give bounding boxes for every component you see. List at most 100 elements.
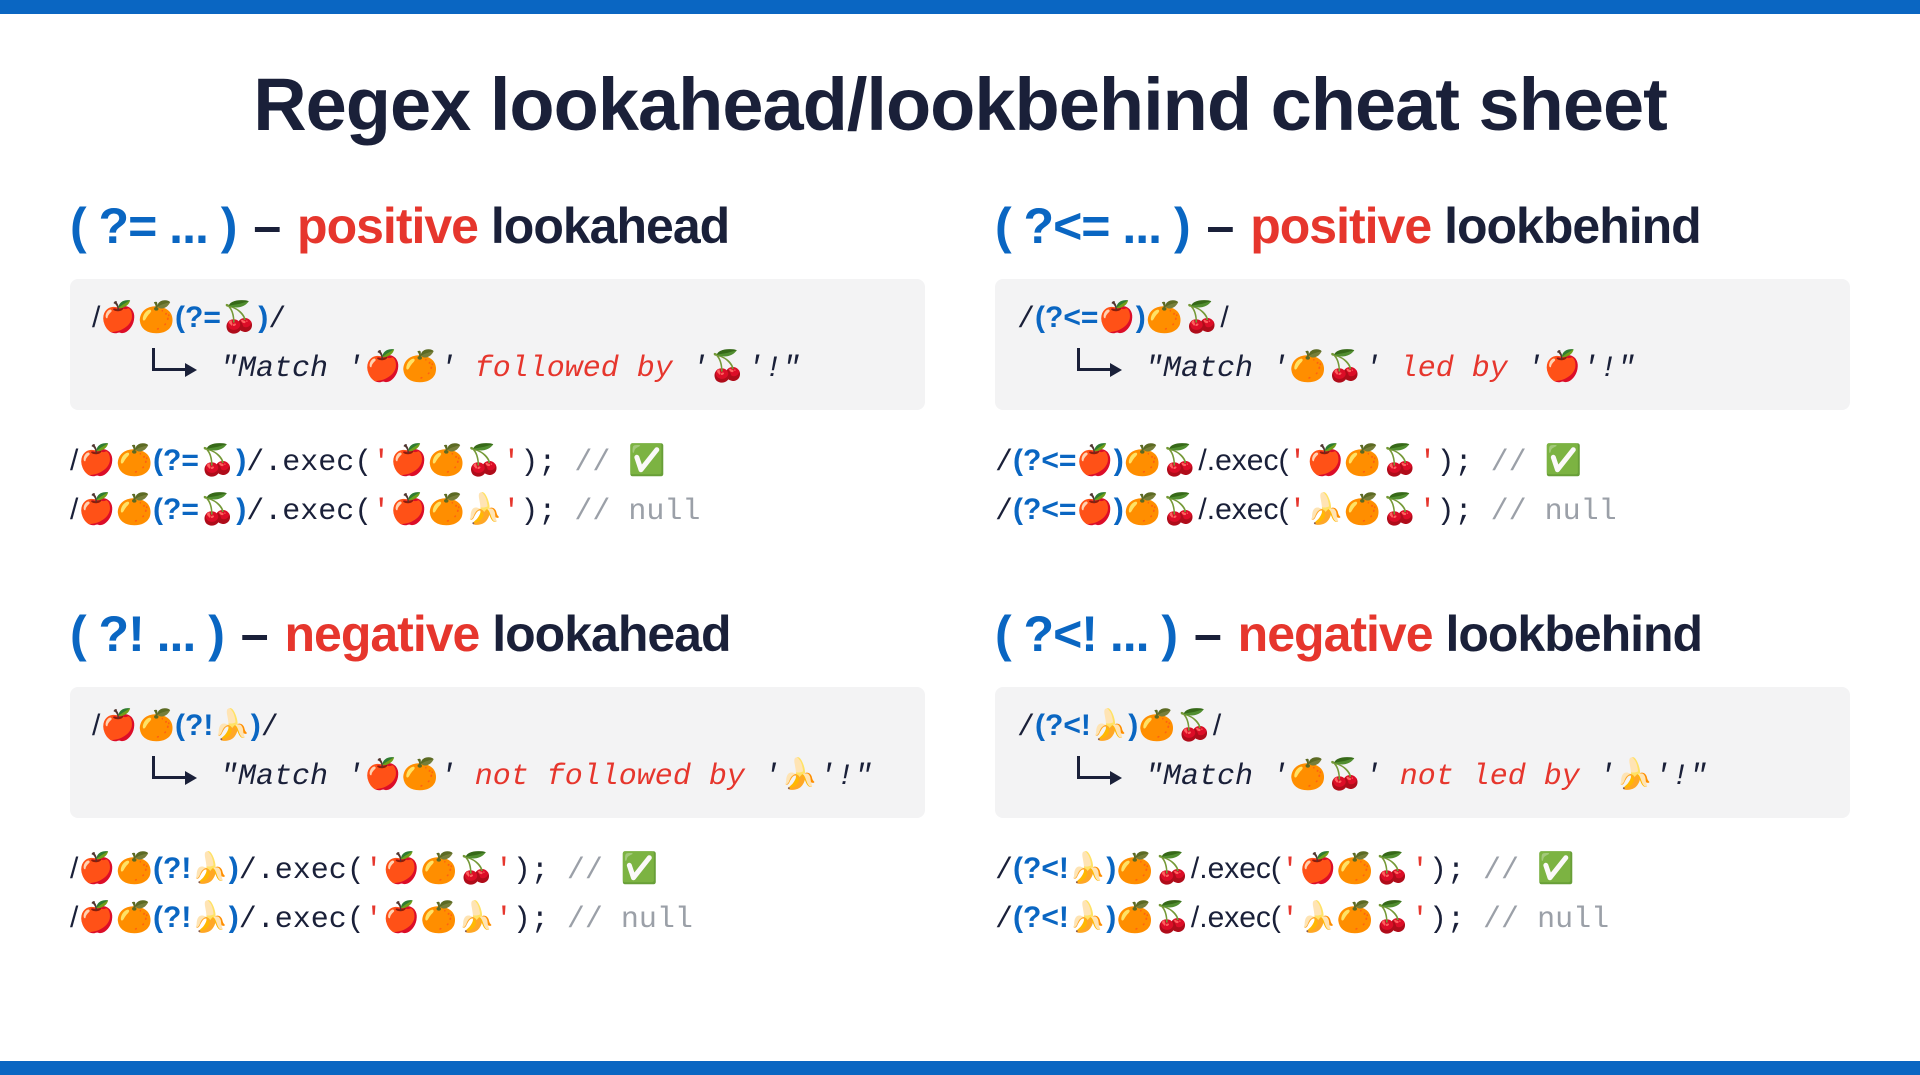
q2: ' <box>1411 903 1429 937</box>
exec-arg: 🍌🍊🍒 <box>1306 492 1418 527</box>
desc-condition: led by <box>1400 352 1508 386</box>
pattern-suffix: 🍊🍒/ <box>1146 300 1229 335</box>
exec-line-fail: /(?<!🍌)🍊🍒/.exec('🍌🍊🍒'); // null <box>995 895 1850 944</box>
comment-slashes: // <box>567 903 621 937</box>
panel-negative-lookbehind: ( ?<! ... ) – negative lookbehind /(?<!🍌… <box>995 605 1850 943</box>
pattern-suffix: 🍊🍒/ <box>1138 708 1221 743</box>
exec-tail: ); <box>1429 854 1483 888</box>
check-icon: ✅ <box>621 851 658 886</box>
desc-subject: 🍊🍒 <box>1289 349 1364 384</box>
desc-target: 🍎 <box>1544 349 1581 384</box>
pattern-suffix: / <box>261 711 279 745</box>
q2: ' <box>495 854 513 888</box>
exec-group: (?!🍌) <box>153 851 239 886</box>
description-line: "Match '🍎🍊' followed by '🍒'!" <box>92 344 903 393</box>
exec-tail: ); <box>1429 903 1483 937</box>
exec-pre: / <box>995 495 1013 529</box>
exec-group: (?<=🍎) <box>1013 443 1124 478</box>
desc-target: 🍌 <box>1616 757 1653 792</box>
panel-positive-lookbehind: ( ?<= ... ) – positive lookbehind /(?<=🍎… <box>995 197 1850 535</box>
exec-call: /.exec( <box>239 854 365 888</box>
pattern-line: /(?<=🍎)🍊🍒/ <box>1017 295 1828 344</box>
exec-pre: /🍎🍊 <box>70 492 153 527</box>
syntax-token: ( ?! ... ) <box>70 606 224 662</box>
heading-dash: – <box>1194 606 1221 662</box>
q1: ' <box>1288 446 1306 480</box>
panel-heading: ( ?= ... ) – positive lookahead <box>70 197 925 255</box>
desc-mid: ' <box>439 352 475 386</box>
exec-pre: / <box>995 446 1013 480</box>
exec-line-pass: /(?<=🍎)🍊🍒/.exec('🍎🍊🍒'); // ✅ <box>995 438 1850 487</box>
desc-mid: ' <box>1364 352 1400 386</box>
exec-line-pass: /🍎🍊(?=🍒)/.exec('🍎🍊🍒'); // ✅ <box>70 438 925 487</box>
exec-call: 🍊🍒/.exec( <box>1116 900 1281 935</box>
heading-dash: – <box>241 606 268 662</box>
pattern-prefix: / <box>1017 711 1035 745</box>
check-icon: ✅ <box>1545 443 1582 478</box>
exec-tail: ); <box>520 446 574 480</box>
desc-target: 🍒 <box>709 349 746 384</box>
exec-line-fail: /(?<=🍎)🍊🍒/.exec('🍌🍊🍒'); // null <box>995 487 1850 536</box>
q2: ' <box>1411 854 1429 888</box>
exec-pre: /🍎🍊 <box>70 900 153 935</box>
exec-group: (?=🍒) <box>153 443 246 478</box>
desc-post2: '!" <box>818 760 872 794</box>
pattern-line: /🍎🍊(?!🍌)/ <box>92 703 903 752</box>
exec-group: (?=🍒) <box>153 492 246 527</box>
exec-arg: 🍌🍊🍒 <box>1299 900 1411 935</box>
pattern-prefix: /🍎🍊 <box>92 300 175 335</box>
exec-call: /.exec( <box>246 446 372 480</box>
desc-mid: ' <box>439 760 475 794</box>
panel-negative-lookahead: ( ?! ... ) – negative lookahead /🍎🍊(?!🍌)… <box>70 605 925 943</box>
pattern-prefix: /🍎🍊 <box>92 708 175 743</box>
explainer-box: /(?<!🍌)🍊🍒/ "Match '🍊🍒' not led by '🍌'!" <box>995 687 1850 818</box>
desc-condition: not followed by <box>475 760 745 794</box>
comment-slashes: // <box>574 446 628 480</box>
exec-arg: 🍎🍊🍌 <box>390 492 502 527</box>
desc-post2: '!" <box>1581 352 1635 386</box>
q1: ' <box>365 903 383 937</box>
q2: ' <box>502 495 520 529</box>
q2: ' <box>495 903 513 937</box>
polarity-label: negative <box>284 606 479 662</box>
exec-block: /🍎🍊(?!🍌)/.exec('🍎🍊🍒'); // ✅ /🍎🍊(?!🍌)/.ex… <box>70 846 925 943</box>
q2: ' <box>502 446 520 480</box>
desc-post1: ' <box>745 760 781 794</box>
desc-post2: '!" <box>1653 760 1707 794</box>
explainer-box: /🍎🍊(?=🍒)/ "Match '🍎🍊' followed by '🍒'!" <box>70 279 925 410</box>
desc-condition: not led by <box>1400 760 1580 794</box>
exec-block: /(?<=🍎)🍊🍒/.exec('🍎🍊🍒'); // ✅ /(?<=🍎)🍊🍒/.… <box>995 438 1850 535</box>
pattern-prefix: / <box>1017 303 1035 337</box>
syntax-token: ( ?<= ... ) <box>995 198 1190 254</box>
desc-subject: 🍎🍊 <box>364 757 439 792</box>
desc-post1: ' <box>1580 760 1616 794</box>
pattern-suffix: / <box>268 303 286 337</box>
exec-pre: / <box>995 903 1013 937</box>
pattern-line: /🍎🍊(?=🍒)/ <box>92 295 903 344</box>
pattern-group: (?<=🍎) <box>1035 300 1146 335</box>
comment-slashes: // <box>567 854 621 888</box>
desc-subject: 🍎🍊 <box>364 349 439 384</box>
exec-pre: / <box>995 854 1013 888</box>
exec-tail: ); <box>513 854 567 888</box>
desc-pre: "Match ' <box>1145 352 1289 386</box>
panels-grid: ( ?= ... ) – positive lookahead /🍎🍊(?=🍒)… <box>70 197 1850 943</box>
pattern-group: (?=🍒) <box>175 300 268 335</box>
polarity-label: positive <box>297 198 478 254</box>
exec-call: 🍊🍒/.exec( <box>1116 851 1281 886</box>
exec-line-pass: /🍎🍊(?!🍌)/.exec('🍎🍊🍒'); // ✅ <box>70 846 925 895</box>
check-icon: ✅ <box>1537 851 1574 886</box>
q1: ' <box>365 854 383 888</box>
comment-slashes: // <box>1491 495 1545 529</box>
syntax-token: ( ?<! ... ) <box>995 606 1177 662</box>
page-title: Regex lookahead/lookbehind cheat sheet <box>70 62 1850 147</box>
desc-pre: "Match ' <box>1145 760 1289 794</box>
exec-block: /🍎🍊(?=🍒)/.exec('🍎🍊🍒'); // ✅ /🍎🍊(?=🍒)/.ex… <box>70 438 925 535</box>
description-line: "Match '🍊🍒' not led by '🍌'!" <box>1017 752 1828 801</box>
comment-slashes: // <box>574 495 628 529</box>
exec-arg: 🍎🍊🍒 <box>383 851 495 886</box>
exec-tail: ); <box>1437 495 1491 529</box>
desc-post1: ' <box>673 352 709 386</box>
exec-group: (?<!🍌) <box>1013 900 1116 935</box>
q1: ' <box>1281 854 1299 888</box>
